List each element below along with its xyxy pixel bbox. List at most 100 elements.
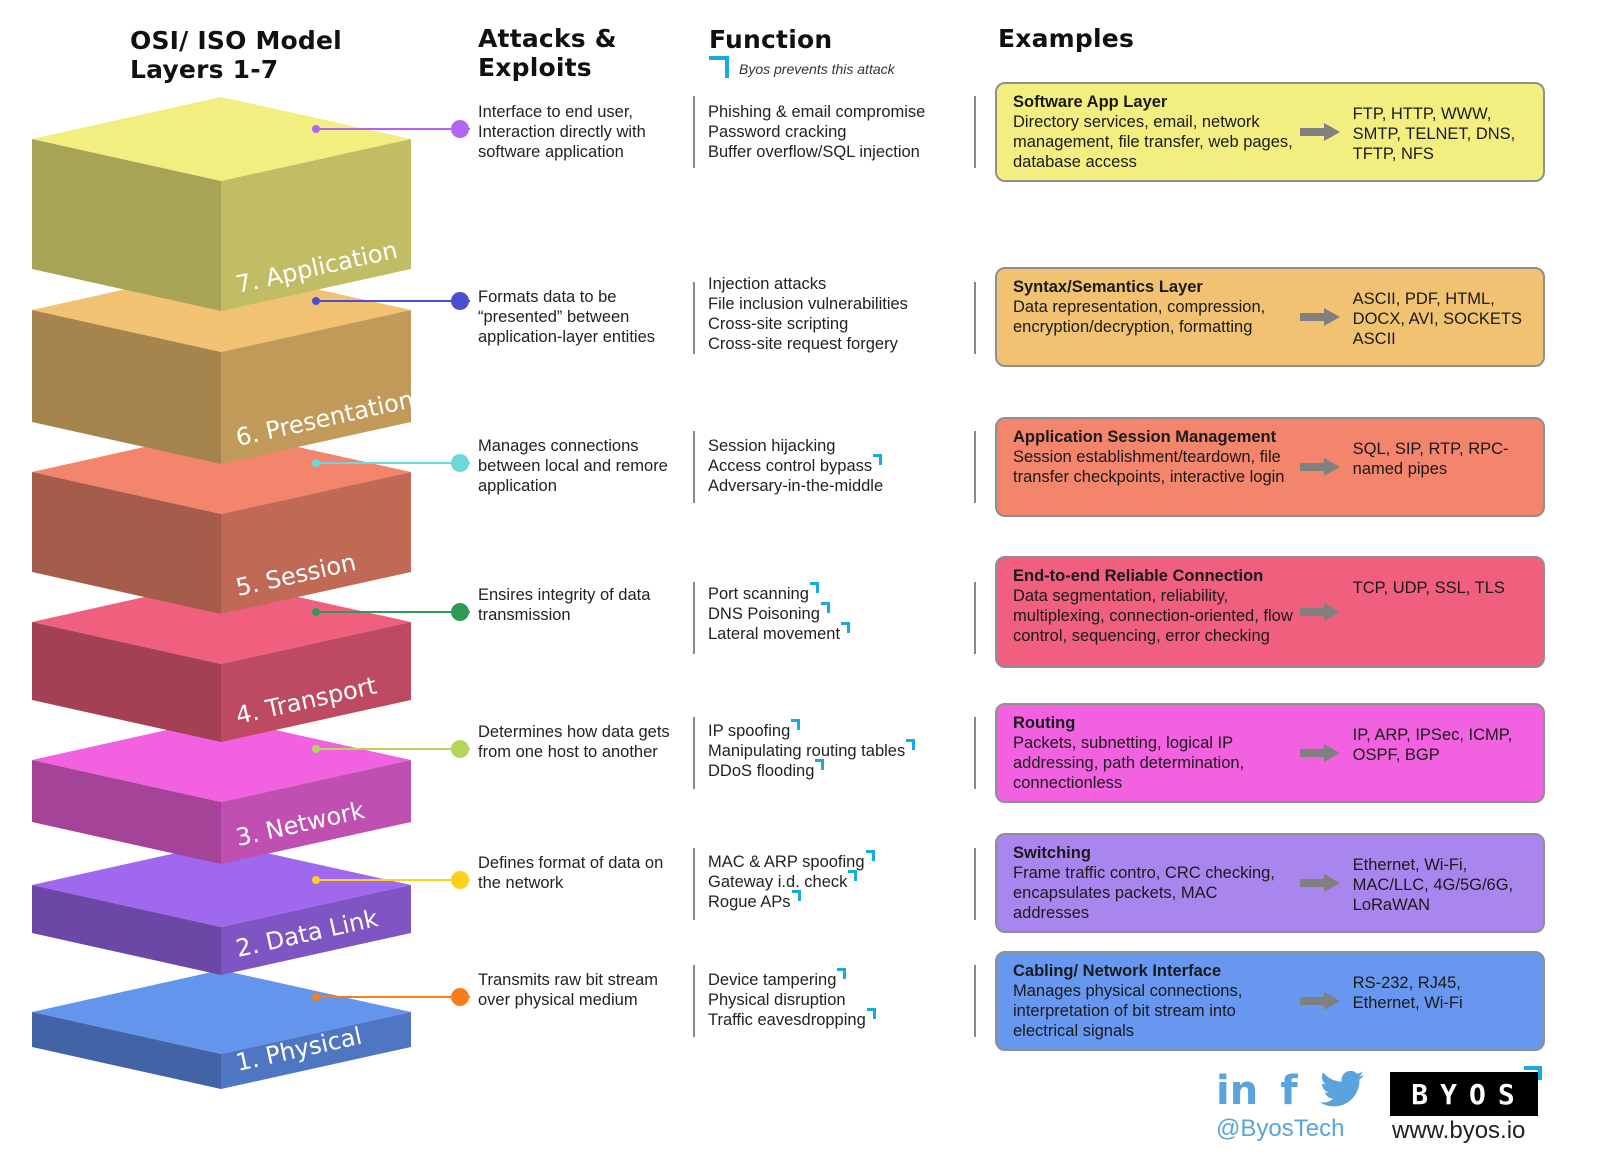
column-divider [693, 431, 695, 503]
twitter-icon[interactable] [1319, 1070, 1364, 1113]
attack-list: MAC & ARP spoofing Gateway i.d. check Rogu… [708, 850, 875, 912]
column-divider [693, 848, 695, 920]
column-divider [693, 96, 695, 168]
examples-header-text: Examples [998, 24, 1135, 53]
layer-function: Manages connections between local and re… [478, 437, 668, 495]
layer-dot [451, 603, 469, 621]
social-handle[interactable]: @ByosTech [1216, 1115, 1344, 1143]
attack-item: Cross-site request forgery [708, 334, 908, 354]
osi-layer-stack: 1. Physical2. Data Link3. Network4. Tran… [32, 97, 470, 1089]
box-description: Frame traffic contro, CRC checking, enca… [1013, 864, 1275, 922]
example-box: Switching Frame traffic contro, CRC check… [995, 833, 1545, 933]
byos-prevents-icon [841, 622, 851, 633]
arrow-right-icon [1299, 123, 1340, 141]
arrow-right-icon [1299, 603, 1340, 621]
website-link[interactable]: www.byos.io [1392, 1117, 1525, 1145]
facebook-icon[interactable]: f [1280, 1068, 1297, 1114]
attack-item: Physical disruption [708, 990, 876, 1010]
attack-list: Device tampering Physical disruption Traff… [708, 968, 876, 1030]
layer-block: 2. Data Link [32, 843, 470, 975]
box-title: Software App Layer [1013, 93, 1168, 111]
box-description: Session establishment/teardown, file tra… [1013, 448, 1285, 486]
box-examples: TCP, UDP, SSL, TLS [1352, 579, 1505, 597]
arrow-right-icon [1299, 308, 1340, 326]
connector-anchor-dot [312, 125, 320, 133]
attack-list: Port scanning DNS Poisoning Lateral moveme… [708, 582, 851, 644]
attack-item: IP spoofing [708, 719, 915, 741]
column-divider [974, 717, 976, 789]
attack-text: Buffer overflow/SQL injection [708, 143, 920, 161]
box-examples: RS-232, RJ45, Ethernet, Wi-Fi [1352, 974, 1463, 1012]
box-description: Data segmentation, reliability, multiple… [1013, 587, 1293, 645]
attack-text: Physical disruption [708, 991, 846, 1009]
attack-list: Injection attacks File inclusion vulnerab… [708, 274, 908, 354]
layer-function: Determines how data gets from one host t… [478, 723, 670, 761]
arrow-right-icon [1299, 992, 1340, 1010]
attack-item: Buffer overflow/SQL injection [708, 142, 925, 162]
attack-item: File inclusion vulnerabilities [708, 294, 908, 314]
attack-item: DDoS flooding [708, 759, 915, 781]
layer-block: 3. Network [32, 718, 470, 864]
attack-text: Access control bypass [708, 457, 873, 475]
column-divider [974, 282, 976, 354]
box-examples: ASCII, PDF, HTML, DOCX, AVI, SOCKETS ASC… [1352, 290, 1522, 348]
column-divider [693, 582, 695, 654]
layer-dot [451, 740, 469, 758]
column-divider [693, 717, 695, 789]
attack-text: Phishing & email compromise [708, 103, 926, 121]
attack-text: DDoS flooding [708, 762, 815, 780]
layer-dot [451, 292, 469, 310]
byos-prevents-icon [848, 870, 858, 881]
connector-anchor-dot [312, 608, 320, 616]
byos-logo: BYOS [1390, 1072, 1538, 1116]
attack-text: MAC & ARP spoofing [708, 853, 865, 871]
arrow-right-icon [1299, 458, 1340, 476]
box-description-block: Application Session Management Session es… [1013, 427, 1294, 487]
example-box: Syntax/Semantics Layer Data representatio… [995, 267, 1545, 367]
layer-function: Transmits raw bit stream over physical m… [478, 971, 659, 1009]
byos-prevents-icon [865, 850, 875, 861]
attack-text: Injection attacks [708, 275, 827, 293]
attack-text: DNS Poisoning [708, 605, 820, 623]
box-title: Switching [1013, 844, 1091, 862]
example-box: Application Session Management Session es… [995, 417, 1545, 517]
attacks-header-line2: Exploits [478, 53, 592, 82]
byos-prevents-icon [809, 582, 819, 593]
column-divider [693, 282, 695, 354]
box-description-block: Switching Frame traffic contro, CRC check… [1013, 843, 1294, 923]
connector-anchor-dot [312, 459, 320, 467]
byos-prevents-icon [820, 602, 830, 613]
box-description-block: Routing Packets, subnetting, logical IP a… [1013, 713, 1294, 793]
attack-item: Traffic eavesdropping [708, 1008, 876, 1030]
attack-text: Adversary-in-the-middle [708, 477, 884, 495]
connector-anchor-dot [312, 876, 320, 884]
byos-prevents-icon [791, 719, 801, 730]
attack-item: Cross-site scripting [708, 314, 908, 334]
column-divider [974, 582, 976, 654]
layer-function: Interface to end user, Interaction direc… [478, 103, 646, 161]
attack-text: Lateral movement [708, 625, 841, 643]
box-description-block: Cabling/ Network Interface Manages physic… [1013, 961, 1294, 1041]
attack-item: MAC & ARP spoofing [708, 850, 875, 872]
attack-item: Manipulating routing tables [708, 739, 916, 761]
attack-text: Traffic eavesdropping [708, 1011, 866, 1029]
box-examples: Ethernet, Wi-Fi, MAC/LLC, 4G/5G/6G, LoRa… [1352, 856, 1514, 914]
connector-anchor-dot [312, 297, 320, 305]
attack-list: IP spoofing Manipulating routing tables DD… [708, 719, 916, 781]
byos-prevents-icon [837, 968, 847, 979]
connector-anchor-dot [312, 745, 320, 753]
attack-item: Adversary-in-the-middle [708, 476, 883, 496]
example-box: Cabling/ Network Interface Manages physic… [995, 951, 1545, 1051]
attack-text: Cross-site request forgery [708, 335, 898, 353]
linkedin-icon[interactable]: in [1216, 1068, 1258, 1114]
attack-item: Gateway i.d. check [708, 870, 875, 892]
column-divider [974, 431, 976, 503]
attack-text: Device tampering [708, 971, 837, 989]
connector-anchor-dot [312, 993, 320, 1001]
examples-header: Examples [998, 24, 1134, 53]
attack-text: Cross-site scripting [708, 315, 849, 333]
box-description: Manages physical connections, interpreta… [1013, 982, 1243, 1040]
column-divider [974, 96, 976, 168]
function-header-text: Function [709, 25, 833, 54]
box-title: Syntax/Semantics Layer [1013, 278, 1203, 296]
